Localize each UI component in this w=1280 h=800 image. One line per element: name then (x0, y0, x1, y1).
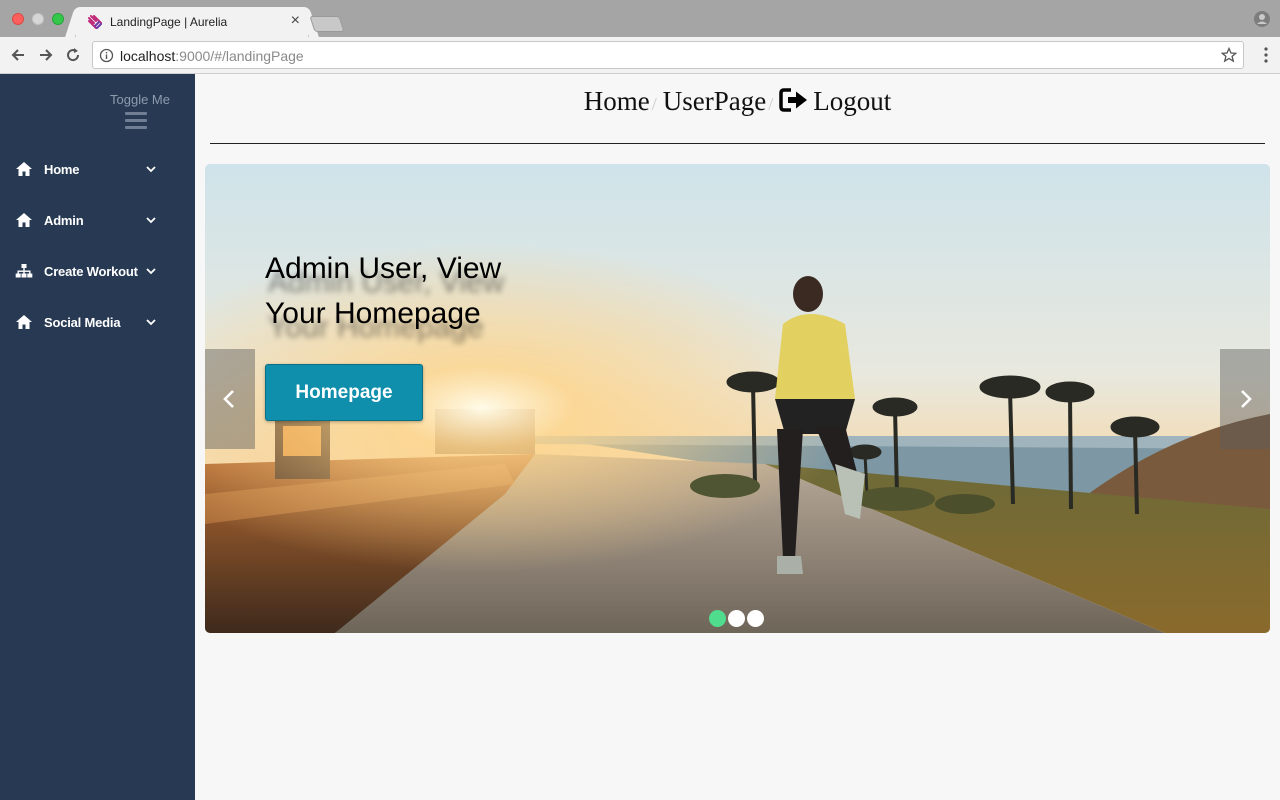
header-divider (210, 143, 1265, 144)
window-close-button[interactable] (12, 13, 24, 25)
tab-title: LandingPage | Aurelia (110, 15, 228, 29)
address-bar[interactable]: localhost:9000/#/landingPage (92, 41, 1244, 69)
breadcrumb-separator: / (651, 94, 657, 114)
carousel-indicators (709, 610, 766, 628)
sidebar: Toggle Me Home Admin Create Workout Soci… (0, 74, 195, 800)
sidebar-item-social-media[interactable]: Social Media (0, 305, 195, 341)
back-arrow-icon[interactable] (9, 46, 27, 64)
browser-tab-active[interactable]: LandingPage | Aurelia × (76, 7, 308, 37)
reload-icon[interactable] (64, 46, 82, 64)
breadcrumb-userpage-link[interactable]: UserPage (663, 86, 766, 116)
carousel-indicator[interactable] (728, 610, 745, 627)
aurelia-favicon-icon (88, 15, 102, 29)
url-host: localhost (120, 48, 176, 64)
home-icon (16, 162, 32, 176)
browser-toolbar: localhost:9000/#/landingPage (0, 37, 1280, 74)
main-content: Home / UserPage / Logout Admin User, Vie… (195, 74, 1280, 800)
chevron-down-icon (146, 268, 156, 275)
url-text[interactable]: localhost:9000/#/landingPage (120, 48, 304, 64)
logout-link[interactable]: Logout (779, 86, 891, 116)
hamburger-menu-icon[interactable] (125, 112, 147, 131)
new-tab-button[interactable] (309, 16, 345, 32)
url-path: :9000/#/landingPage (175, 48, 304, 64)
breadcrumb-home-link[interactable]: Home (584, 86, 650, 116)
sidebar-item-label: Social Media (44, 315, 121, 330)
sidebar-item-create-workout[interactable]: Create Workout (0, 254, 195, 290)
chevron-down-icon (146, 217, 156, 224)
tab-close-icon[interactable]: × (291, 12, 300, 30)
carousel-indicator[interactable] (709, 610, 726, 627)
chevron-left-icon (223, 390, 234, 408)
sidebar-item-label: Admin (44, 213, 84, 228)
toggle-label[interactable]: Toggle Me (110, 92, 170, 107)
sidebar-item-label: Create Workout (44, 264, 138, 279)
window-maximize-button[interactable] (52, 13, 64, 25)
sidebar-item-home[interactable]: Home (0, 152, 195, 188)
forward-arrow-icon[interactable] (37, 46, 55, 64)
profile-icon[interactable] (1254, 11, 1270, 27)
hero-carousel: Admin User, View Your Homepage Homepage (205, 164, 1270, 633)
carousel-next-button[interactable] (1220, 349, 1270, 449)
window-minimize-button[interactable] (32, 13, 44, 25)
chevron-right-icon (1241, 390, 1252, 408)
carousel-indicator[interactable] (747, 610, 764, 627)
homepage-button[interactable]: Homepage (265, 364, 423, 421)
sitemap-icon (15, 264, 33, 278)
chevron-down-icon (146, 319, 156, 326)
browser-tab-strip: LandingPage | Aurelia × (0, 0, 1280, 37)
sidebar-item-admin[interactable]: Admin (0, 203, 195, 239)
site-info-icon[interactable] (99, 48, 114, 63)
bookmark-star-icon[interactable] (1221, 47, 1237, 63)
logout-label: Logout (813, 86, 892, 116)
logout-icon (779, 88, 808, 112)
sidebar-item-label: Home (44, 162, 80, 177)
browser-menu-icon[interactable] (1264, 47, 1268, 63)
home-icon (16, 213, 32, 227)
chevron-down-icon (146, 166, 156, 173)
breadcrumb: Home / UserPage / Logout (195, 86, 1280, 117)
carousel-prev-button[interactable] (205, 349, 255, 449)
home-icon (16, 315, 32, 329)
hero-caption: Admin User, View Your Homepage (265, 252, 502, 330)
breadcrumb-separator: / (768, 94, 774, 114)
